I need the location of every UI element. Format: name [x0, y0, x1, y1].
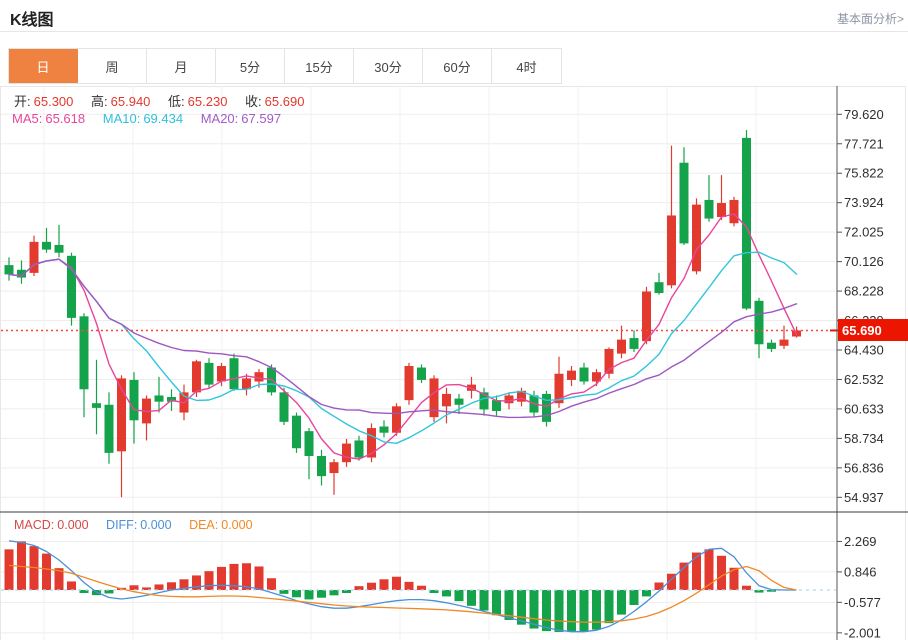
low-label: 低: [168, 94, 185, 109]
diff-value: 0.000 [140, 518, 171, 532]
svg-text:2.269: 2.269 [844, 534, 877, 549]
svg-text:54.937: 54.937 [844, 490, 884, 505]
current-price-tag: 65.690 [838, 319, 908, 341]
macd-legend: MACD:0.000 DIFF:0.000 DEA:0.000 [14, 518, 256, 532]
close-value: 65.690 [265, 94, 305, 109]
svg-text:73.924: 73.924 [844, 195, 884, 210]
svg-text:0.846: 0.846 [844, 564, 877, 579]
ohlc-legend: 开:65.300 高:65.940 低:65.230 收:65.690 [14, 91, 307, 110]
svg-text:75.822: 75.822 [844, 166, 884, 181]
high-label: 高: [91, 94, 108, 109]
ma20-label: MA20: [201, 111, 239, 126]
svg-text:60.633: 60.633 [844, 401, 884, 416]
svg-text:58.734: 58.734 [844, 431, 884, 446]
svg-text:64.430: 64.430 [844, 343, 884, 358]
close-label: 收: [245, 94, 262, 109]
high-value: 65.940 [111, 94, 151, 109]
diff-label: DIFF: [106, 518, 137, 532]
ma5-value: 65.618 [45, 111, 85, 126]
svg-text:79.620: 79.620 [844, 107, 884, 122]
svg-text:-0.577: -0.577 [844, 595, 881, 610]
svg-text:72.025: 72.025 [844, 225, 884, 240]
dea-label: DEA: [189, 518, 218, 532]
svg-text:-2.001: -2.001 [844, 625, 881, 640]
svg-text:62.532: 62.532 [844, 372, 884, 387]
ma-legend: MA5:65.618 MA10:69.434 MA20:67.597 [12, 111, 284, 126]
svg-text:56.836: 56.836 [844, 460, 884, 475]
kline-page: K线图 基本面分析> 日 周 月 5分 15分 30分 60分 4时 79.62… [0, 0, 908, 640]
low-value: 65.230 [188, 94, 228, 109]
ma10-label: MA10: [103, 111, 141, 126]
dea-value: 0.000 [221, 518, 252, 532]
ma20-value: 67.597 [241, 111, 281, 126]
macd-label: MACD: [14, 518, 54, 532]
svg-text:70.126: 70.126 [844, 254, 884, 269]
ma10-value: 69.434 [143, 111, 183, 126]
svg-text:68.228: 68.228 [844, 284, 884, 299]
svg-text:77.721: 77.721 [844, 136, 884, 151]
open-value: 65.300 [34, 94, 74, 109]
open-label: 开: [14, 94, 31, 109]
macd-value: 0.000 [57, 518, 88, 532]
ma5-label: MA5: [12, 111, 42, 126]
